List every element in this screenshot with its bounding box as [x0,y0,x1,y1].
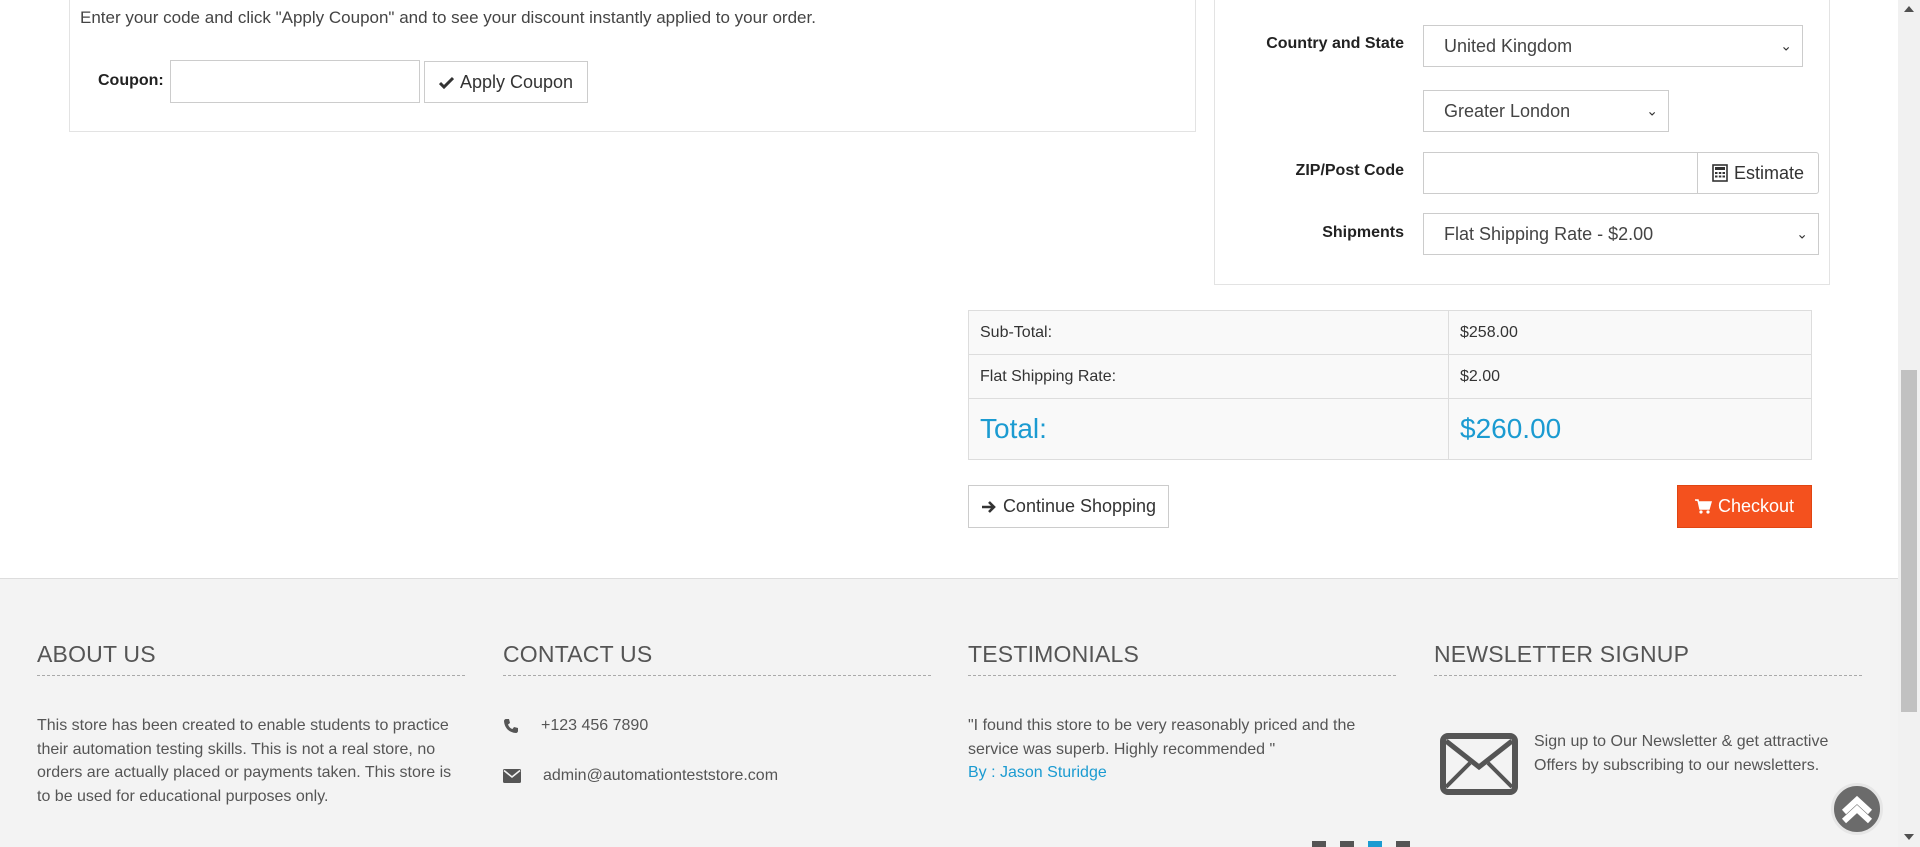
coupon-label: Coupon: [98,72,164,89]
apply-coupon-button[interactable]: Apply Coupon [424,61,588,103]
country-value: United Kingdom [1444,35,1573,56]
testimonials-section: TESTIMONIALS "I found this store to be v… [968,641,1396,785]
shipments-select[interactable]: Flat Shipping Rate - $2.00 ⌄ [1423,213,1819,255]
country-select[interactable]: United Kingdom ⌄ [1423,25,1803,67]
email-address[interactable]: admin@automationteststore.com [543,767,778,785]
phone-icon [504,719,518,733]
newsletter-text: Sign up to Our Newsletter & get attracti… [1534,733,1829,774]
contact-us-section: CONTACT US +123 456 7890 admin@automatio… [503,641,931,788]
testimonials-title: TESTIMONIALS [968,641,1396,676]
testimonial-quote: "I found this store to be very reasonabl… [968,717,1356,758]
cart-icon [1694,499,1712,514]
footer: ABOUT US This store has been created to … [0,578,1898,847]
shipping-value: $2.00 [1448,354,1812,399]
carousel-dot[interactable] [1340,841,1354,847]
envelope-icon [503,769,521,783]
shipments-label: Shipments [1322,224,1404,241]
about-us-section: ABOUT US This store has been created to … [37,641,465,808]
chevron-down-icon: ⌄ [1646,102,1658,119]
estimate-label: Estimate [1733,162,1805,183]
continue-shopping-label: Continue Shopping [1002,496,1157,516]
carousel-dot[interactable] [1312,841,1326,847]
table-row: Sub-Total: $258.00 [968,310,1812,355]
scroll-thumb[interactable] [1901,370,1917,712]
total-label: Total: [968,398,1449,460]
scroll-up-arrow-icon[interactable] [1904,6,1914,12]
chevron-up-icon [1841,795,1873,824]
checkout-label: Checkout [1717,496,1795,516]
carousel-dot-active[interactable] [1368,841,1382,847]
table-row: Total: $260.00 [968,398,1812,460]
apply-coupon-label: Apply Coupon [459,71,574,92]
shipping-label: Flat Shipping Rate: [968,354,1449,399]
checkout-button[interactable]: Checkout [1677,485,1812,528]
estimate-button[interactable]: Estimate [1697,152,1819,194]
scroll-to-top-button[interactable] [1831,783,1883,835]
chevron-down-icon: ⌄ [1796,225,1808,242]
chevron-down-icon: ⌄ [1780,37,1792,54]
check-icon [438,76,454,89]
shipments-value: Flat Shipping Rate - $2.00 [1444,223,1654,244]
totals-table: Sub-Total: $258.00 Flat Shipping Rate: $… [968,310,1812,460]
testimonial-author: By : Jason Sturidge [968,764,1107,781]
contact-phone: +123 456 7890 [503,714,931,738]
continue-shopping-button[interactable]: Continue Shopping [968,485,1169,528]
subtotal-label: Sub-Total: [968,310,1449,355]
carousel-dot[interactable] [1396,841,1410,847]
calculator-icon [1712,164,1728,182]
contact-us-title: CONTACT US [503,641,931,676]
table-row: Flat Shipping Rate: $2.00 [968,354,1812,399]
newsletter-title: NEWSLETTER SIGNUP [1434,641,1862,676]
testimonial-carousel-dots [1312,841,1410,847]
about-us-text: This store has been created to enable st… [37,717,452,805]
state-value: Greater London [1444,100,1571,121]
contact-email: admin@automationteststore.com [503,764,931,788]
testimonial-item: "I found this store to be very reasonabl… [968,714,1396,785]
state-select[interactable]: Greater London ⌄ [1423,90,1669,132]
zip-input[interactable] [1423,152,1698,194]
arrow-right-icon [981,500,996,513]
newsletter-section: NEWSLETTER SIGNUP Sign up to Our Newslet… [1434,641,1862,795]
coupon-input[interactable] [170,60,420,103]
page-scrollbar[interactable] [1898,0,1920,847]
country-state-label: Country and State [1266,35,1404,52]
scroll-down-arrow-icon[interactable] [1904,834,1914,840]
subtotal-value: $258.00 [1448,310,1812,355]
envelope-icon [1440,733,1518,795]
total-value: $260.00 [1448,398,1812,460]
phone-number[interactable]: +123 456 7890 [541,717,648,735]
about-us-title: ABOUT US [37,641,465,676]
zip-label: ZIP/Post Code [1295,162,1404,179]
coupon-instructions: Enter your code and click "Apply Coupon"… [80,8,816,27]
